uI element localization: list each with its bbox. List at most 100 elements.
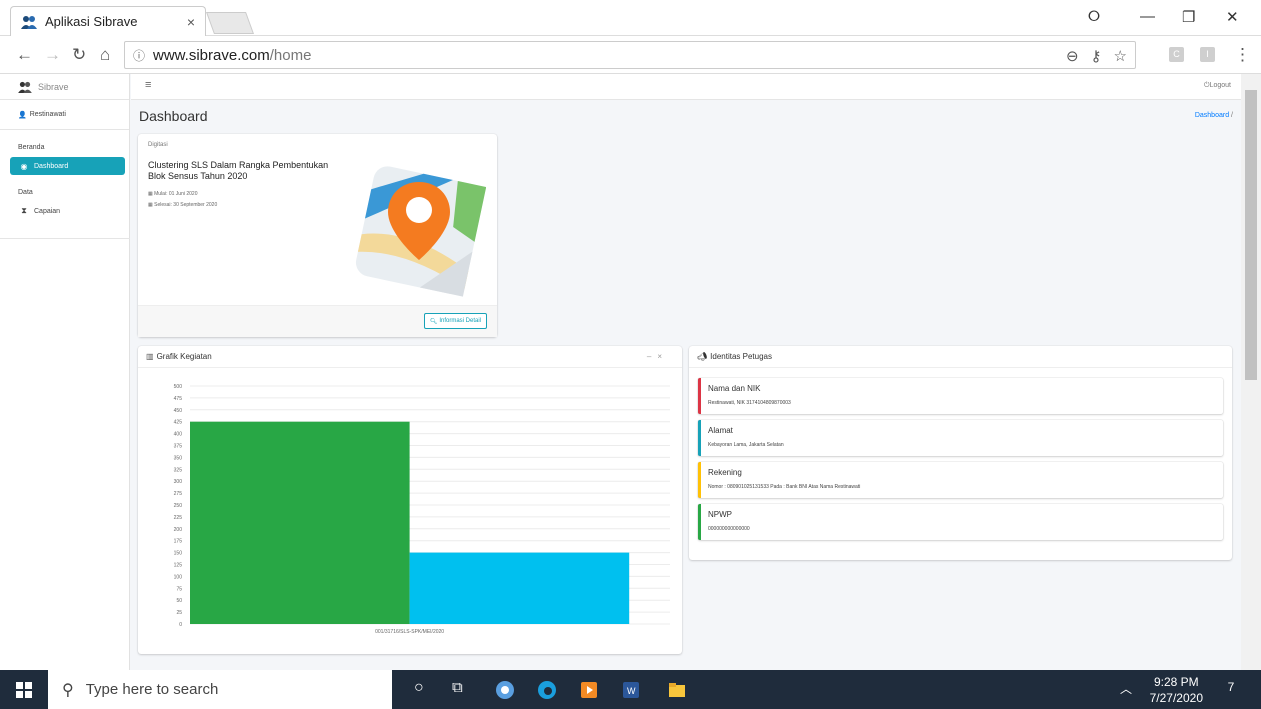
identitas-value: Restinawati, NIK 3174104809870003 (708, 400, 791, 406)
edge-icon[interactable] (538, 681, 556, 699)
home-icon[interactable]: ⌂ (100, 45, 110, 65)
remove-icon[interactable]: × (657, 352, 668, 361)
identitas-item: NPWP 000000000000000 (698, 504, 1223, 540)
zoom-icon[interactable]: ⊖ (1066, 47, 1079, 65)
file-explorer-icon[interactable] (668, 681, 686, 699)
logout-link[interactable]: ⏻Logout (1204, 82, 1231, 90)
hamburger-icon[interactable]: ≡ (145, 79, 151, 91)
media-player-icon[interactable] (580, 681, 598, 699)
identitas-value: Kebayoran Lama, Jakarta Selatan (708, 442, 784, 448)
collapse-icon[interactable]: – (647, 352, 657, 361)
chrome-icon[interactable] (496, 681, 514, 699)
restore-icon[interactable]: ❐ (1182, 8, 1195, 26)
y-tick-label: 0 (179, 622, 182, 628)
identitas-heading: Nama dan NIK (708, 384, 761, 393)
cortana-icon[interactable]: ○ (414, 679, 424, 697)
y-tick-label: 450 (174, 408, 183, 414)
system-clock[interactable]: 9:28 PM 7/27/2020 (1150, 674, 1203, 706)
card-tools[interactable]: –× (647, 352, 668, 361)
y-tick-label: 400 (174, 432, 183, 438)
browser-tab[interactable]: Aplikasi Sibrave × (10, 6, 206, 36)
sidebar: Sibrave 👤 Restinawati Beranda ◉ Dashboar… (0, 74, 130, 670)
y-tick-label: 325 (174, 467, 183, 473)
task-view-icon[interactable]: ⧉ (452, 679, 463, 696)
windows-taskbar: ⚲ Type here to search ○ ⧉ W ︿ 9:28 PM 7/… (0, 670, 1261, 709)
end-date: ▦ Selesai: 30 September 2020 (148, 202, 217, 208)
sidebar-item-dashboard[interactable]: ◉ Dashboard (10, 157, 125, 175)
dashboard-icon: ◉ (20, 161, 28, 171)
forward-icon[interactable]: → (44, 45, 61, 65)
notification-icon[interactable]: 7 (1222, 680, 1240, 698)
identitas-item: Alamat Kebayoran Lama, Jakarta Selatan (698, 420, 1223, 456)
identitas-heading: NPWP (708, 510, 732, 519)
y-tick-label: 475 (174, 396, 183, 402)
star-icon[interactable]: ☆ (1114, 47, 1127, 65)
extension-i-icon[interactable]: I (1200, 47, 1215, 62)
address-bar-row: ← → ↻ ⌂ ⓘ www.sibrave.com/home ⊖ ⚷ ☆ C I… (0, 36, 1261, 74)
word-icon[interactable]: W (622, 681, 640, 699)
search-icon: ⚲ (62, 681, 74, 699)
scrollbar-thumb[interactable] (1245, 90, 1257, 380)
grafik-card: ▥ Grafik Kegiatan –× 0 25 50 75 100 125 150 175… (138, 346, 682, 654)
start-date-text: Mulai: 01 Juni 2020 (154, 191, 198, 197)
minimize-icon[interactable]: — (1140, 8, 1155, 25)
browser-tab-strip: Aplikasi Sibrave × ⭘ — ❐ ✕ (0, 0, 1261, 36)
chart-header: ▥ Grafik Kegiatan –× (138, 346, 682, 368)
logout-label: Logout (1209, 82, 1231, 89)
page-title: Dashboard (139, 108, 208, 124)
nav-header-data: Data (18, 189, 33, 196)
y-tick-label: 250 (174, 503, 183, 509)
y-tick-label: 50 (176, 598, 182, 604)
sidebar-item-capaian[interactable]: ⧗ Capaian (10, 202, 125, 220)
extension-c-icon[interactable]: C (1169, 47, 1184, 62)
y-tick-label: 275 (174, 491, 183, 497)
identitas-card: 📣︎ Identitas Petugas Nama dan NIK Restina… (689, 346, 1232, 560)
chevron-up-icon[interactable]: ︿ (1120, 680, 1132, 697)
y-tick-label: 200 (174, 527, 183, 533)
brand[interactable]: Sibrave (0, 74, 129, 100)
svg-text:W: W (627, 686, 636, 696)
window-close-icon[interactable]: ✕ (1226, 8, 1239, 26)
bar[interactable] (409, 552, 630, 624)
y-tick-label: 25 (176, 610, 182, 616)
new-tab-button[interactable] (205, 12, 255, 34)
map-pin-illustration (355, 166, 486, 297)
y-tick-label: 425 (174, 420, 183, 426)
bullhorn-icon: 📣︎ (697, 352, 708, 361)
logo-icon (18, 81, 32, 93)
hourglass-icon: ⧗ (21, 206, 27, 215)
user-name: Restinawati (29, 111, 66, 118)
informasi-detail-button[interactable]: 🔍︎ Informasi Detail (423, 313, 487, 329)
clock-date: 7/27/2020 (1149, 691, 1203, 705)
page-scrollbar[interactable] (1241, 74, 1261, 670)
y-tick-label: 500 (174, 384, 183, 390)
y-tick-label: 225 (174, 515, 183, 521)
profile-icon[interactable]: ⭘ (1088, 8, 1100, 25)
taskbar-search[interactable]: ⚲ Type here to search (48, 670, 392, 709)
x-tick-label: 001/31716/SLS-SPK/MEI/2020 (375, 629, 444, 635)
notification-count: 7 (1227, 680, 1235, 694)
info-icon[interactable]: ⓘ (133, 47, 145, 64)
identitas-value: 000000000000000 (708, 526, 750, 532)
top-navbar: ≡ ⏻Logout (131, 74, 1241, 100)
activity-title: Clustering SLS Dalam Rangka Pembentukan … (148, 160, 329, 181)
y-tick-label: 100 (174, 574, 183, 580)
close-tab-icon[interactable]: × (187, 14, 195, 30)
breadcrumb-dashboard[interactable]: Dashboard (1195, 112, 1229, 119)
back-icon[interactable]: ← (16, 45, 33, 65)
card-footer: 🔍︎ Informasi Detail (138, 305, 497, 337)
url-field[interactable]: ⓘ www.sibrave.com/home ⊖ ⚷ ☆ (124, 41, 1136, 69)
tab-title: Aplikasi Sibrave (45, 14, 138, 29)
reload-icon[interactable]: ↻ (72, 45, 86, 65)
bar[interactable] (190, 421, 410, 624)
windows-start-icon[interactable] (16, 682, 32, 698)
start-date: ▦ Mulai: 01 Juni 2020 (148, 191, 198, 197)
user-panel[interactable]: 👤 Restinawati (0, 100, 129, 130)
menu-dots-icon[interactable]: ⋮ (1234, 45, 1251, 65)
y-tick-label: 175 (174, 539, 183, 545)
brand-name: Sibrave (38, 81, 69, 92)
key-icon[interactable]: ⚷ (1091, 47, 1102, 65)
search-icon: 🔍︎ (429, 318, 438, 325)
chart-title: Grafik Kegiatan (156, 352, 212, 361)
card-label: Digitasi (148, 142, 168, 148)
